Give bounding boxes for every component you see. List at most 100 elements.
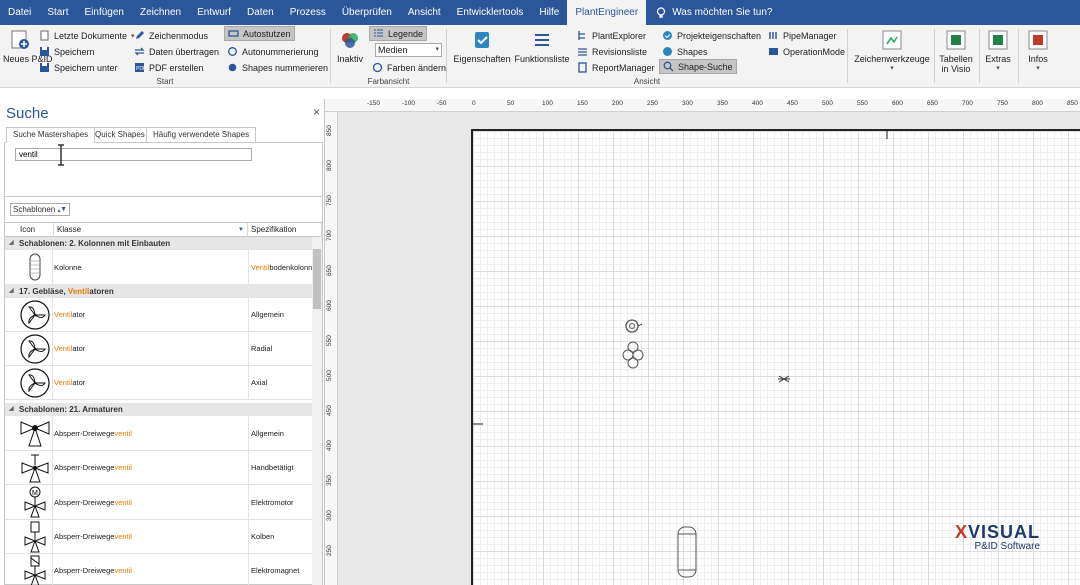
drawing-canvas-area[interactable]: -150 -100 -50 0 50 100 150 200 250 300 350 400 450 50… [325,99,1080,585]
number-shapes-button[interactable]: Shapes nummerieren [224,60,331,75]
drawing-page[interactable] [471,129,1080,585]
shape-search-toggle[interactable]: Shape-Suche [659,59,737,74]
group-header-label: Schablonen: 2. Kolonnen mit Einbauten [19,239,171,248]
results-scrollbar[interactable] [312,237,322,585]
shapes-button[interactable]: Shapes [659,44,711,59]
project-props-button[interactable]: Projekteigenschaften [659,28,764,43]
tab-mastershapes[interactable]: Suche Mastershapes [6,127,96,143]
save-as-button[interactable]: Speichern unter [36,60,121,75]
plantexplorer-button[interactable]: PlantExplorer [574,28,649,43]
autostutzen-toggle[interactable]: Autostutzen [224,26,295,41]
result-row[interactable]: Absperr-Dreiwege ventil Kolben [5,520,312,554]
function-list-button[interactable]: Funktionsliste [514,29,570,64]
legend-label: Legende [388,28,424,39]
drawn-shape-column-icon[interactable] [676,526,698,578]
result-class-text: Kolonne [54,262,82,272]
scrollbar-thumb[interactable] [313,249,321,309]
result-row[interactable]: Ventil ator Radial [5,332,312,366]
result-row[interactable]: M Absperr-Dreiwege ventil Elektromotor [5,485,312,520]
filter-icon: ▼ [238,227,244,233]
result-row[interactable]: Absperr-Dreiwege ventil Handbetätigt [5,451,312,485]
inactive-button[interactable]: Inaktiv [335,29,365,64]
result-row[interactable]: Absperr-Dreiwege ventil Allgemein [5,416,312,451]
tell-me-box[interactable]: Was möchten Sie tun? [646,0,780,25]
group-header-label: Schablonen: 21. Armaturen [19,405,123,414]
col-header-spec[interactable]: Spezifikation [248,223,322,237]
tab-ueberpruefen[interactable]: Überprüfen [334,0,400,25]
col-header-icon[interactable]: Icon [17,223,54,237]
ruler-tick-label: 750 [997,100,1008,107]
result-row[interactable]: Ventil ator Axial [5,366,312,400]
drawing-tools-button[interactable]: Zeichenwerkzeuge ▾ [852,29,932,74]
media-select[interactable]: Medien ▾ [375,43,442,57]
autonumbering-button[interactable]: Autonummerierung [224,44,322,59]
pdf-icon: PDF [135,63,145,72]
tab-entwicklertools[interactable]: Entwicklertools [449,0,532,25]
infos-button[interactable]: Infos ▾ [1023,29,1053,74]
group-header[interactable]: ◢ 17. Gebläse, Ventilatoren [5,285,312,298]
table-icon [946,30,966,50]
tab-entwurf[interactable]: Entwurf [189,0,239,25]
result-row[interactable]: Kolonne Ventil bodenkolonne [5,250,312,285]
tab-frequent-shapes[interactable]: Häufig verwendete Shapes [146,127,257,143]
group-select[interactable]: Schablonen ▴ ▼ [10,203,70,216]
result-row[interactable]: Ventil ator Allgemein [5,298,312,332]
legend-toggle[interactable]: Legende [369,26,428,41]
ruler-tick-label: 450 [326,405,333,416]
save-as-label: Speichern unter [54,62,118,73]
operation-mode-button[interactable]: OperationMode [765,44,848,59]
tab-hilfe[interactable]: Hilfe [531,0,567,25]
result-class: Absperr-Dreiwege ventil [54,554,132,585]
ruler-tick-label: 250 [326,545,333,556]
chevron-down-icon: ▾ [890,65,894,72]
tab-quick-shapes[interactable]: Quick Shapes [88,127,152,143]
recent-docs-button[interactable]: Letzte Dokumente ▾ [36,28,138,43]
tab-daten[interactable]: Daten [239,0,282,25]
transfer-data-button[interactable]: Daten übertragen [131,44,222,59]
group-label-view: Ansicht [633,77,661,86]
page-top-mark [886,131,888,139]
result-row[interactable]: Absperr-Dreiwege ventil Elektromagnet [5,554,312,585]
check-shield-icon [475,32,489,48]
pipe-manager-button[interactable]: PipeManager [765,28,840,43]
new-pid-button[interactable]: Neues P&ID [3,29,53,64]
drawn-shape-filter-icon[interactable] [622,341,644,369]
tab-einfuegen[interactable]: Einfügen [76,0,131,25]
close-icon[interactable]: × [313,105,320,119]
tab-ansicht[interactable]: Ansicht [400,0,449,25]
group-header[interactable]: ◢ Schablonen: 2. Kolonnen mit Einbauten [5,237,312,250]
group-header[interactable]: ◢ Schablonen: 21. Armaturen [5,403,312,416]
fan-icon [17,332,53,365]
transfer-icon [134,47,145,56]
collapse-icon: ◢ [9,288,14,294]
tab-start[interactable]: Start [39,0,76,25]
pdf-button[interactable]: PDF PDF erstellen [131,60,207,75]
properties-button[interactable]: Eigenschaften [453,29,511,64]
tab-prozess[interactable]: Prozess [282,0,334,25]
tab-datei[interactable]: Datei [0,0,39,25]
col-header-class[interactable]: Klasse ▼ [54,223,248,237]
extras-button[interactable]: Extras ▾ [983,29,1013,74]
tab-plantengineer[interactable]: PlantEngineer [567,0,647,25]
drawn-shape-valve-icon[interactable] [778,375,790,383]
ruler-tick-label: 750 [326,195,333,206]
tables-visio-button[interactable]: Tabellen in Visio [936,29,976,74]
transfer-data-label: Daten übertragen [149,46,220,57]
ribbon-separator [934,29,935,83]
three-way-valve-icon [17,416,53,450]
palette-icon [372,62,383,73]
tab-zeichnen[interactable]: Zeichnen [132,0,189,25]
recent-docs-label: Letzte Dokumente [54,30,128,41]
result-class-highlight: ventil [114,532,132,541]
drawn-shape-agitator-icon[interactable] [623,317,643,335]
result-spec: Allgemein [248,416,312,450]
change-colors-button[interactable]: Farben ändern [369,60,449,75]
search-input[interactable] [15,148,252,161]
draw-mode-button[interactable]: Zeichenmodus [131,28,211,43]
revision-list-button[interactable]: Revisionsliste [574,44,650,59]
ruler-tick-label: 250 [647,100,658,107]
collapse-icon: ◢ [9,406,14,412]
search-pane: Suche × Suche Mastershapes Quick Shapes … [0,99,325,585]
save-button[interactable]: Speichern [36,44,98,59]
report-manager-button[interactable]: ReportManager [574,60,658,75]
